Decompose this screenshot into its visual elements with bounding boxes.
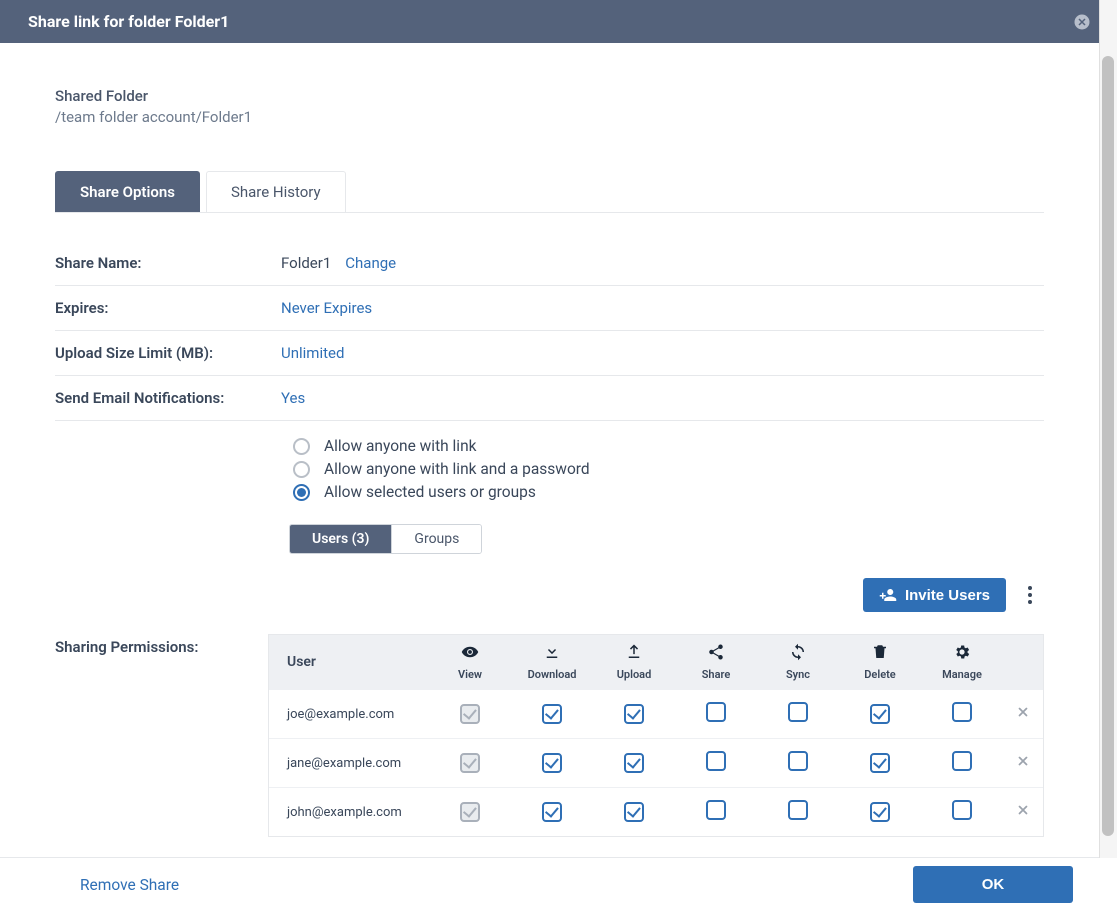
sync-checkbox[interactable] (788, 751, 808, 771)
user-email: jane@example.com (269, 739, 429, 788)
folder-label: Shared Folder (55, 87, 1044, 105)
col-user: User (269, 635, 429, 690)
trash-icon (843, 643, 917, 664)
eye-icon (433, 643, 507, 664)
radio-allow-selected[interactable]: Allow selected users or groups (293, 483, 1044, 501)
sync-icon (761, 643, 835, 664)
col-share: Share (675, 635, 757, 690)
sync-checkbox[interactable] (788, 800, 808, 820)
download-icon (515, 643, 589, 664)
share-icon (679, 643, 753, 664)
share-name-value: Folder1 (281, 254, 331, 272)
radio-allow-anyone-password[interactable]: Allow anyone with link and a password (293, 460, 1044, 478)
folder-path: /team folder account/Folder1 (55, 108, 1044, 126)
upload-icon (597, 643, 671, 664)
col-manage: Manage (921, 635, 1003, 690)
invite-users-button[interactable]: Invite Users (863, 578, 1006, 612)
user-email: john@example.com (269, 788, 429, 837)
sync-checkbox[interactable] (788, 702, 808, 722)
permissions-table: User View Download Upload Share Sync Del… (268, 634, 1044, 837)
view-checkbox (460, 704, 480, 724)
expires-label: Expires: (55, 299, 281, 317)
share-name-label: Share Name: (55, 254, 281, 272)
radio-label: Allow anyone with link (324, 437, 476, 455)
access-radio-group: Allow anyone with link Allow anyone with… (55, 437, 1044, 501)
change-link[interactable]: Change (345, 254, 396, 272)
invite-users-icon (879, 586, 897, 604)
more-menu-icon[interactable] (1016, 581, 1044, 609)
radio-allow-anyone[interactable]: Allow anyone with link (293, 437, 1044, 455)
view-checkbox (460, 753, 480, 773)
close-icon[interactable] (1071, 11, 1093, 33)
table-row: john@example.com (269, 788, 1043, 837)
subtab-users[interactable]: Users (3) (290, 525, 391, 553)
ok-button[interactable]: OK (913, 866, 1073, 903)
radio-circle-icon (293, 484, 310, 501)
subtab-groups[interactable]: Groups (391, 525, 481, 553)
delete-checkbox[interactable] (870, 704, 890, 724)
upload-checkbox[interactable] (624, 704, 644, 724)
share-checkbox[interactable] (706, 751, 726, 771)
share-checkbox[interactable] (706, 702, 726, 722)
manage-checkbox[interactable] (952, 800, 972, 820)
remove-share-link[interactable]: Remove Share (80, 876, 179, 894)
tab-share-options[interactable]: Share Options (55, 171, 200, 212)
email-notify-label: Send Email Notifications: (55, 389, 281, 407)
download-checkbox[interactable] (542, 704, 562, 724)
col-delete: Delete (839, 635, 921, 690)
manage-checkbox[interactable] (952, 751, 972, 771)
radio-circle-icon (293, 438, 310, 455)
scrollbar-track[interactable] (1099, 0, 1117, 858)
radio-label: Allow anyone with link and a password (324, 460, 590, 478)
gear-icon (925, 643, 999, 664)
download-checkbox[interactable] (542, 802, 562, 822)
download-checkbox[interactable] (542, 753, 562, 773)
share-checkbox[interactable] (706, 800, 726, 820)
col-view: View (429, 635, 511, 690)
email-notify-value[interactable]: Yes (281, 389, 305, 407)
upload-limit-label: Upload Size Limit (MB): (55, 344, 281, 362)
remove-row-icon[interactable] (1016, 806, 1030, 821)
table-row: joe@example.com (269, 690, 1043, 739)
upload-checkbox[interactable] (624, 802, 644, 822)
scrollbar-thumb[interactable] (1102, 56, 1114, 836)
tab-share-history[interactable]: Share History (206, 171, 346, 212)
remove-row-icon[interactable] (1016, 757, 1030, 772)
dialog-titlebar: Share link for folder Folder1 (0, 0, 1099, 43)
table-row: jane@example.com (269, 739, 1043, 788)
dialog-title: Share link for folder Folder1 (28, 12, 229, 31)
dialog-footer: Remove Share OK (0, 857, 1099, 911)
main-tabs: Share Options Share History (55, 171, 1044, 213)
expires-value[interactable]: Never Expires (281, 299, 372, 317)
upload-checkbox[interactable] (624, 753, 644, 773)
user-group-tabs: Users (3) Groups (289, 524, 482, 554)
invite-users-label: Invite Users (905, 587, 990, 604)
radio-label: Allow selected users or groups (324, 483, 536, 501)
col-sync: Sync (757, 635, 839, 690)
delete-checkbox[interactable] (870, 802, 890, 822)
view-checkbox (460, 802, 480, 822)
upload-limit-value[interactable]: Unlimited (281, 344, 344, 362)
delete-checkbox[interactable] (870, 753, 890, 773)
col-download: Download (511, 635, 593, 690)
sharing-permissions-label: Sharing Permissions: (55, 634, 268, 656)
remove-row-icon[interactable] (1016, 708, 1030, 723)
manage-checkbox[interactable] (952, 702, 972, 722)
user-email: joe@example.com (269, 690, 429, 739)
col-upload: Upload (593, 635, 675, 690)
radio-circle-icon (293, 461, 310, 478)
